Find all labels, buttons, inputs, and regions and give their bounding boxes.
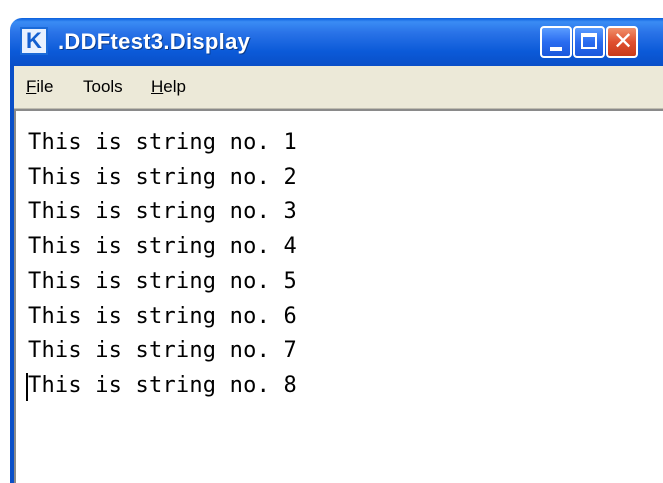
text-line: This is string no. 7 [28,338,297,363]
text-caret [26,373,28,401]
menu-tools[interactable]: Tools [83,77,123,97]
menu-tools-label: Tools [83,77,123,96]
close-icon: ✕ [612,27,634,55]
menu-file-accelerator: F [26,77,37,96]
text-line: This is string no. 2 [28,165,297,190]
minimize-button[interactable] [540,26,572,58]
maximize-icon [581,33,597,49]
menu-help-accelerator: H [151,77,164,96]
text-line: This is string no. 6 [28,304,297,329]
text-display-area[interactable]: This is string no. 1 This is string no. … [14,109,663,483]
app-icon[interactable]: K [20,27,48,55]
menu-bar: File Tools Help [14,66,663,109]
text-line: This is string no. 3 [28,199,297,224]
window-title: .DDFtest3.Display [58,29,251,54]
minimize-icon [550,47,562,51]
menu-file-label: ile [36,77,54,96]
menu-help[interactable]: Help [151,77,186,97]
menu-help-label: elp [163,77,186,96]
text-line: This is string no. 4 [28,234,297,259]
text-line: This is string no. 1 [28,130,297,155]
menu-file[interactable]: File [26,77,53,97]
text-line: This is string no. 8 [28,373,297,398]
title-bar[interactable]: K .DDFtest3.Display ✕ [10,18,663,66]
application-window: K .DDFtest3.Display ✕ File Tools Help Th… [0,0,663,483]
maximize-button[interactable] [573,26,605,58]
close-button[interactable]: ✕ [606,26,638,58]
text-line: This is string no. 5 [28,269,297,294]
